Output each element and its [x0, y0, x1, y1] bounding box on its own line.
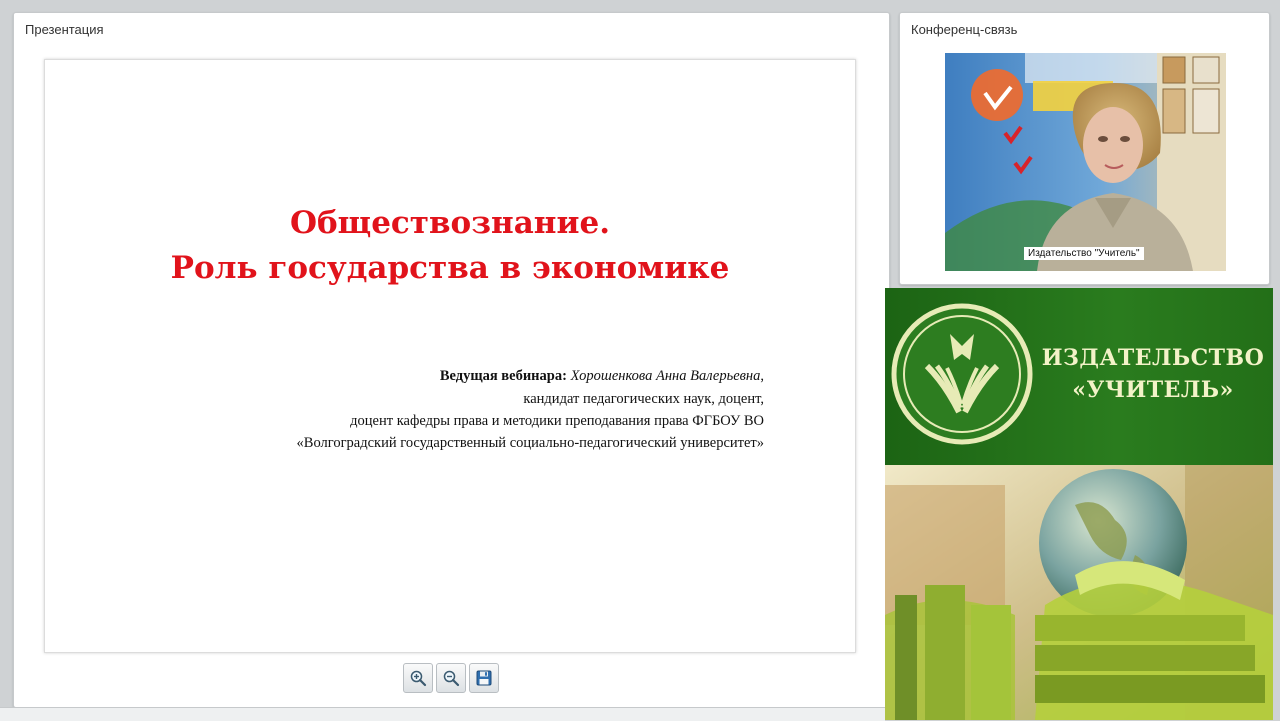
- publisher-name-line1: ИЗДАТЕЛЬСТВО: [1041, 345, 1265, 371]
- presenter-position: доцент кафедры права и методики преподав…: [350, 413, 764, 429]
- floppy-disk-icon: [476, 670, 492, 686]
- conference-panel-title: Конференц-связь: [911, 22, 1018, 37]
- bottom-status-bar: [0, 707, 885, 721]
- presenter-university: «Волгоградский государственный социально…: [296, 435, 764, 451]
- presenter-name: Хорошенкова Анна Валерьевна: [570, 368, 761, 384]
- video-caption: Издательство "Учитель": [1024, 247, 1144, 260]
- zoom-out-button[interactable]: [436, 663, 466, 693]
- publisher-banner-header: ИЗДАТЕЛЬСТВО «УЧИТЕЛЬ»: [885, 288, 1273, 465]
- presentation-panel-title: Презентация: [25, 22, 104, 37]
- slide-title-line2: Роль государства в экономике: [170, 250, 730, 286]
- publisher-logo: [891, 303, 1033, 445]
- publisher-banner-image: [885, 465, 1273, 720]
- webcam-video-frame: [945, 53, 1226, 271]
- presentation-slide: Обществознание. Роль государства в эконо…: [44, 59, 856, 653]
- books-and-globe-image: [885, 465, 1273, 720]
- presenter-line: Ведущая вебинара: Хорошенкова Анна Валер…: [440, 368, 764, 385]
- publisher-name: ИЗДАТЕЛЬСТВО «УЧИТЕЛЬ»: [1033, 342, 1273, 406]
- webcam-video[interactable]: Издательство "Учитель": [945, 53, 1226, 271]
- presenter-label: Ведущая вебинара:: [439, 368, 567, 384]
- zoom-in-button[interactable]: [403, 663, 433, 693]
- publisher-name-line2: «УЧИТЕЛЬ»: [1072, 377, 1234, 403]
- zoom-out-icon: [443, 670, 460, 687]
- save-button[interactable]: [469, 663, 499, 693]
- conference-panel: Конференц-связь Издательство "Учитель": [899, 12, 1270, 285]
- presentation-panel: Презентация Обществознание. Роль государ…: [13, 12, 890, 708]
- zoom-in-icon: [410, 670, 427, 687]
- presenter-degree: кандидат педагогических наук, доцент,: [523, 391, 764, 407]
- slide-title-line1: Обществознание.: [289, 205, 610, 241]
- publisher-banner: ИЗДАТЕЛЬСТВО «УЧИТЕЛЬ»: [885, 288, 1273, 720]
- presenter-name-suffix: ,: [760, 368, 764, 384]
